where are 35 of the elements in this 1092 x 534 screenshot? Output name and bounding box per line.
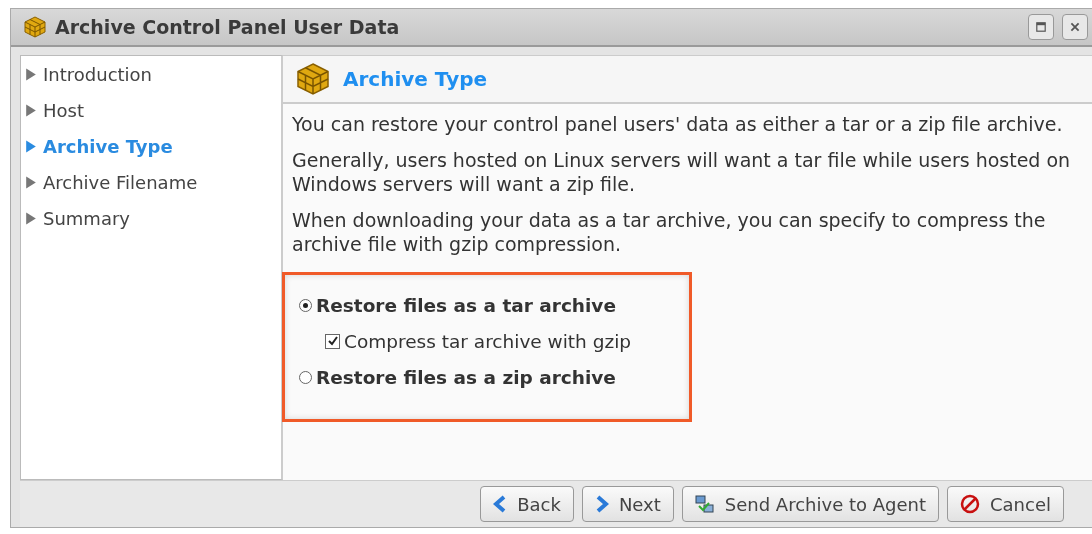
checkbox[interactable] [325,333,340,349]
paragraph: When downloading your data as a tar archive, you can specify to compress the archive file with gzip compression. [292,208,1047,256]
next-button[interactable]: Next [581,486,674,522]
window-icon [1035,21,1047,33]
page-title: Archive Type [343,67,488,91]
triangle-icon [25,102,37,118]
triangle-icon [25,66,37,82]
cube-icon [295,61,331,97]
triangle-icon [25,174,37,190]
back-button[interactable]: Back [480,486,574,522]
computers-icon [694,494,715,514]
option-label: Compress tar archive with gzip [344,330,632,352]
prohibited-icon [960,494,980,514]
sidebar-item[interactable]: Host [25,92,281,128]
send-button[interactable]: Send Archive to Agent [681,486,939,522]
option-label: Restore files as a zip archive [316,366,616,388]
close-icon [1069,21,1081,33]
sidebar-item[interactable]: Archive Filename [25,164,281,200]
triangle-icon [25,210,37,226]
radio-button[interactable] [299,370,312,384]
restore-button[interactable] [1028,14,1054,40]
paragraph: You can restore your control panel users' data as either a tar or a zip file archive. [292,112,1064,136]
cube-icon [23,15,47,39]
sidebar-item[interactable]: Summary [25,200,281,236]
paragraph: Generally, users hosted on Linux servers will want a tar file while users hosted on Windows servers will want a zip file. [292,148,1072,196]
close-button[interactable] [1062,14,1088,40]
window-title: Archive Control Panel User Data [55,16,400,38]
chevron-left-icon [493,495,508,513]
chevron-right-icon [594,495,609,513]
radio-button[interactable] [299,298,312,312]
sidebar-item[interactable]: Archive Type [25,128,281,164]
option-label: Restore files as a tar archive [316,294,616,316]
triangle-icon [25,138,37,154]
cancel-button[interactable]: Cancel [947,486,1064,522]
sidebar-item[interactable]: Introduction [25,56,281,92]
